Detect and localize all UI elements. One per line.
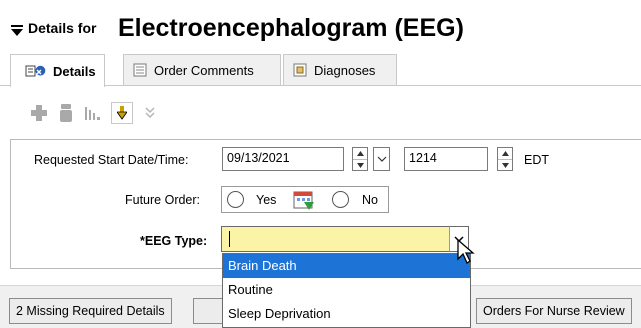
spin-down-icon xyxy=(501,162,509,168)
spin-up-icon xyxy=(501,151,509,156)
collapse-arrow-icon[interactable] xyxy=(10,24,24,38)
date-spinner[interactable] xyxy=(352,147,368,171)
down-arrow-icon xyxy=(117,106,127,120)
option-sleep-deprivation[interactable]: Sleep Deprivation xyxy=(223,302,470,326)
tab-diagnoses-label: Diagnoses xyxy=(314,62,376,78)
tab-diagnoses[interactable]: Diagnoses xyxy=(283,54,397,85)
time-spinner[interactable] xyxy=(497,147,513,171)
spin-up-icon xyxy=(356,151,364,156)
start-time-input[interactable]: 1214 xyxy=(404,147,488,171)
move-down-button[interactable] xyxy=(111,102,133,124)
future-yes-radio[interactable] xyxy=(227,191,244,208)
mouse-cursor-icon xyxy=(457,239,475,264)
header-prefix: Details for xyxy=(28,20,97,36)
future-order-label: Future Order: xyxy=(125,193,201,207)
text-caret xyxy=(229,231,230,247)
calendar-icon[interactable] xyxy=(292,188,316,212)
add-icon[interactable] xyxy=(30,103,48,123)
diagnoses-icon xyxy=(293,63,307,77)
tab-order-comments-label: Order Comments xyxy=(154,62,254,78)
tab-details[interactable]: Details xyxy=(10,54,105,87)
start-datetime-label: Requested Start Date/Time: xyxy=(34,153,189,167)
eeg-type-label: *EEG Type: xyxy=(140,234,208,248)
medication-icon[interactable] xyxy=(57,103,75,123)
future-no-radio[interactable] xyxy=(332,191,349,208)
comments-icon xyxy=(133,63,147,77)
tab-bar: Details Order Comments Diagnoses xyxy=(0,54,641,87)
bar-chart-icon[interactable] xyxy=(84,103,102,123)
nurse-review-button[interactable]: Orders For Nurse Review xyxy=(476,298,632,324)
future-yes-label: Yes xyxy=(256,193,277,207)
date-dropdown-button[interactable] xyxy=(373,147,390,171)
tab-order-comments[interactable]: Order Comments xyxy=(123,54,281,85)
start-date-input[interactable]: 09/13/2021 xyxy=(222,147,344,171)
future-no-label: No xyxy=(362,193,378,207)
future-order-group: Yes No xyxy=(221,186,389,213)
chevron-down-icon xyxy=(377,156,386,162)
tab-details-label: Details xyxy=(53,63,96,79)
details-error-icon xyxy=(25,65,46,77)
double-chevron-down-icon xyxy=(145,107,155,119)
details-header: Details for Electroencephalogram (EEG) xyxy=(0,0,641,50)
missing-details-button[interactable]: 2 Missing Required Details xyxy=(9,298,172,324)
eeg-type-input[interactable] xyxy=(221,226,469,252)
expand-button[interactable] xyxy=(139,102,161,124)
eeg-type-options: Brain Death Routine Sleep Deprivation xyxy=(222,253,471,328)
spin-down-icon xyxy=(356,162,364,168)
timezone-label: EDT xyxy=(524,153,549,167)
option-routine[interactable]: Routine xyxy=(223,278,470,302)
option-brain-death[interactable]: Brain Death xyxy=(223,254,470,278)
toolbar xyxy=(30,98,167,128)
page-title: Electroencephalogram (EEG) xyxy=(118,14,464,42)
